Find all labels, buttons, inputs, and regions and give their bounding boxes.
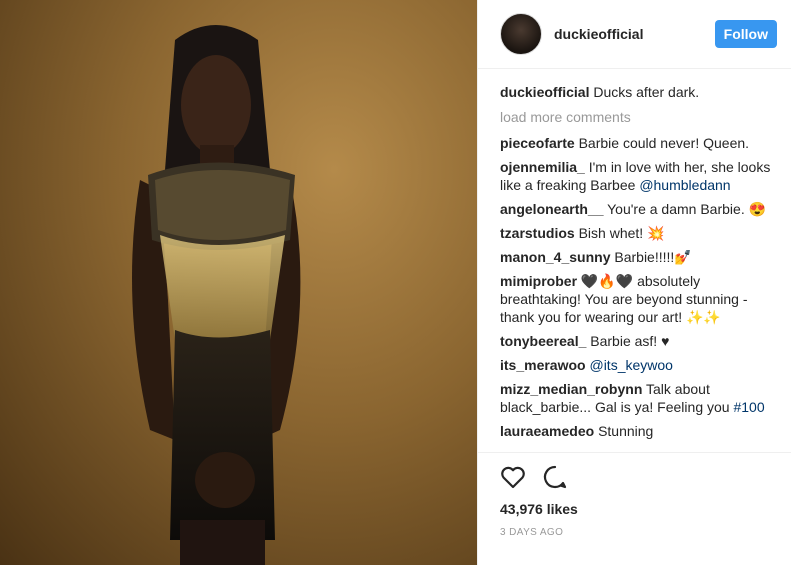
comment: mimiprober 🖤🔥🖤 absolutely breathtaking! … <box>500 272 777 326</box>
follow-button[interactable]: Follow <box>714 20 777 48</box>
comment-text: Barbie!!!!!💅 <box>614 249 692 265</box>
mention-link[interactable]: @its_keywoo <box>589 357 672 373</box>
comment-text: Barbie asf! ♥ <box>590 333 670 349</box>
comment-username[interactable]: ojennemilia_ <box>500 159 585 175</box>
heart-icon[interactable] <box>500 465 526 489</box>
comment: pieceofarte Barbie could never! Queen. <box>500 134 777 152</box>
post-date: 3 DAYS AGO <box>500 527 564 538</box>
post-header: duckieofficial Follow <box>478 0 791 69</box>
comment-username[interactable]: tzarstudios <box>500 225 575 241</box>
comment-username[interactable]: pieceofarte <box>500 135 575 151</box>
comment: mizz_median_robynn Talk about black_barb… <box>500 380 777 416</box>
model-illustration <box>132 25 301 565</box>
comment-text: Bish whet! 💥 <box>578 225 665 241</box>
comment-text: You're a damn Barbie. 😍 <box>607 201 767 217</box>
comment-username[interactable]: mimiprober <box>500 273 577 289</box>
caption-text: Ducks after dark. <box>593 84 700 100</box>
comment-text: Stunning <box>598 423 654 439</box>
avatar[interactable] <box>500 13 542 55</box>
comment: tzarstudios Bish whet! 💥 <box>500 224 777 242</box>
comment-username[interactable]: lauraeamedeo <box>500 423 594 439</box>
hashtag-link[interactable]: #100 <box>733 399 764 415</box>
instagram-post: duckieofficial Follow duckieofficial Duc… <box>0 0 791 565</box>
comment-icon[interactable] <box>542 464 568 490</box>
comment-username[interactable]: tonybeereal_ <box>500 333 586 349</box>
caption-username[interactable]: duckieofficial <box>500 84 589 100</box>
comment: ojennemilia_ I'm in love with her, she l… <box>500 158 777 194</box>
comment: manon_4_sunny Barbie!!!!!💅 <box>500 248 777 266</box>
mention-link[interactable]: @humbledann <box>639 177 730 193</box>
comment-username[interactable]: mizz_median_robynn <box>500 381 642 397</box>
caption: duckieofficial Ducks after dark. <box>500 83 777 101</box>
comment: its_merawoo @its_keywoo <box>500 356 777 374</box>
comment: lauraeamedeo Stunning <box>500 422 777 440</box>
post-sidebar: duckieofficial Follow duckieofficial Duc… <box>477 0 791 565</box>
comment-text: Barbie could never! Queen. <box>578 135 750 151</box>
load-more-comments[interactable]: load more comments <box>500 108 777 126</box>
post-actions: 43,976 likes 3 DAYS AGO <box>478 452 791 538</box>
comment-username[interactable]: manon_4_sunny <box>500 249 610 265</box>
header-username[interactable]: duckieofficial <box>554 26 715 42</box>
comment-username[interactable]: its_merawoo <box>500 357 586 373</box>
comments-list: duckieofficial Ducks after dark. load mo… <box>478 69 791 440</box>
comment: tonybeereal_ Barbie asf! ♥ <box>500 332 777 350</box>
comment-username[interactable]: angelonearth__ <box>500 201 603 217</box>
action-icons <box>500 463 769 491</box>
comment: angelonearth__ You're a damn Barbie. 😍 <box>500 200 777 218</box>
like-count[interactable]: 43,976 likes <box>500 501 769 517</box>
post-photo[interactable] <box>0 0 477 565</box>
